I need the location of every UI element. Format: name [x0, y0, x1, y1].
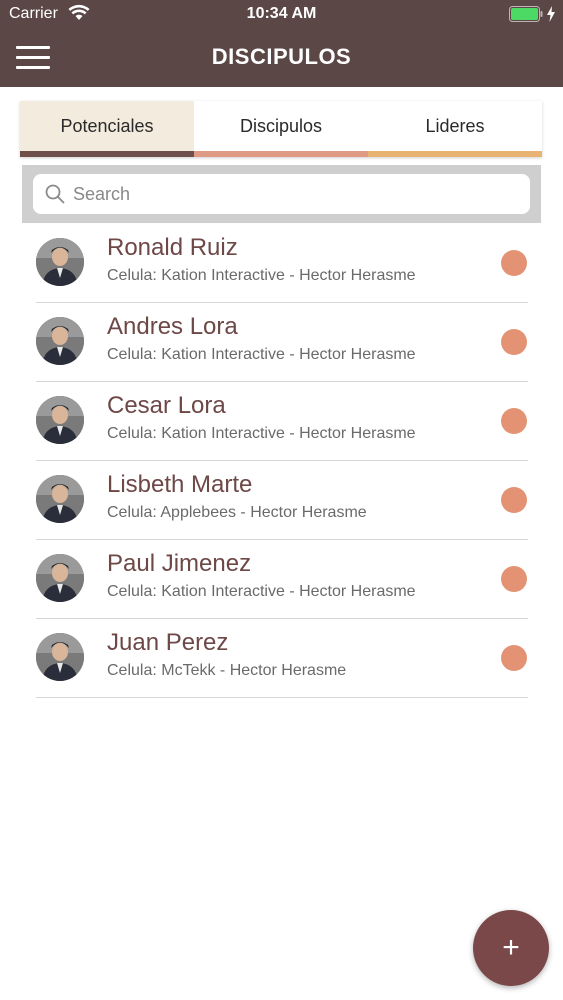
page-title: DISCIPULOS [211, 44, 352, 69]
battery-icon [509, 6, 543, 22]
tab-potenciales[interactable]: Potenciales [20, 101, 194, 157]
list-item[interactable]: Paul Jimenez Celula: Kation Interactive … [36, 540, 528, 619]
search-bar [22, 165, 541, 223]
clock: 10:34 AM [246, 5, 317, 22]
list-item[interactable]: Lisbeth Marte Celula: Applebees - Hector… [36, 461, 528, 540]
person-cell: Celula: Kation Interactive - Hector Hera… [107, 583, 416, 600]
tab-indicator [20, 151, 194, 157]
person-cell: Celula: McTekk - Hector Herasme [107, 662, 347, 679]
segment-tabs: Potenciales Discipulos Lideres [20, 101, 542, 157]
add-button[interactable]: + [473, 910, 549, 986]
list-item[interactable]: Ronald Ruiz Celula: Kation Interactive -… [36, 224, 528, 303]
tab-discipulos[interactable]: Discipulos [194, 101, 368, 157]
person-cell: Celula: Applebees - Hector Herasme [107, 504, 367, 521]
status-dot [501, 645, 527, 671]
list-item[interactable]: Andres Lora Celula: Kation Interactive -… [36, 303, 528, 382]
status-bar: Carrier 10:34 AM [0, 0, 563, 30]
search-field [33, 174, 530, 214]
search-icon [45, 184, 65, 204]
tab-label: Discipulos [239, 115, 323, 136]
people-list: Ronald Ruiz Celula: Kation Interactive -… [36, 224, 528, 698]
person-name: Ronald Ruiz [107, 234, 238, 261]
person-name: Lisbeth Marte [107, 471, 253, 498]
person-name: Juan Perez [107, 629, 229, 656]
tab-lideres[interactable]: Lideres [368, 101, 542, 157]
avatar [36, 317, 84, 365]
tab-indicator [368, 151, 542, 157]
avatar [36, 633, 84, 681]
status-dot [501, 566, 527, 592]
tab-indicator [194, 151, 368, 157]
charging-icon [547, 6, 555, 22]
avatar [36, 554, 84, 602]
person-cell: Celula: Kation Interactive - Hector Hera… [107, 346, 416, 363]
tab-label: Potenciales [60, 115, 154, 136]
avatar [36, 238, 84, 286]
person-cell: Celula: Kation Interactive - Hector Hera… [107, 267, 416, 284]
status-dot [501, 250, 527, 276]
status-dot [501, 329, 527, 355]
avatar [36, 396, 84, 444]
status-dot [501, 408, 527, 434]
avatar [36, 475, 84, 523]
person-name: Cesar Lora [107, 392, 226, 419]
list-item[interactable]: Juan Perez Celula: McTekk - Hector Heras… [36, 619, 528, 698]
status-dot [501, 487, 527, 513]
person-name: Paul Jimenez [107, 550, 252, 577]
list-item[interactable]: Cesar Lora Celula: Kation Interactive - … [36, 382, 528, 461]
person-name: Andres Lora [107, 313, 238, 340]
person-cell: Celula: Kation Interactive - Hector Hera… [107, 425, 416, 442]
navigation-bar: Carrier 10:34 AM DISCIPULOS [0, 0, 563, 87]
tab-label: Lideres [425, 115, 485, 136]
plus-icon: + [502, 931, 520, 964]
search-input[interactable] [73, 174, 523, 214]
